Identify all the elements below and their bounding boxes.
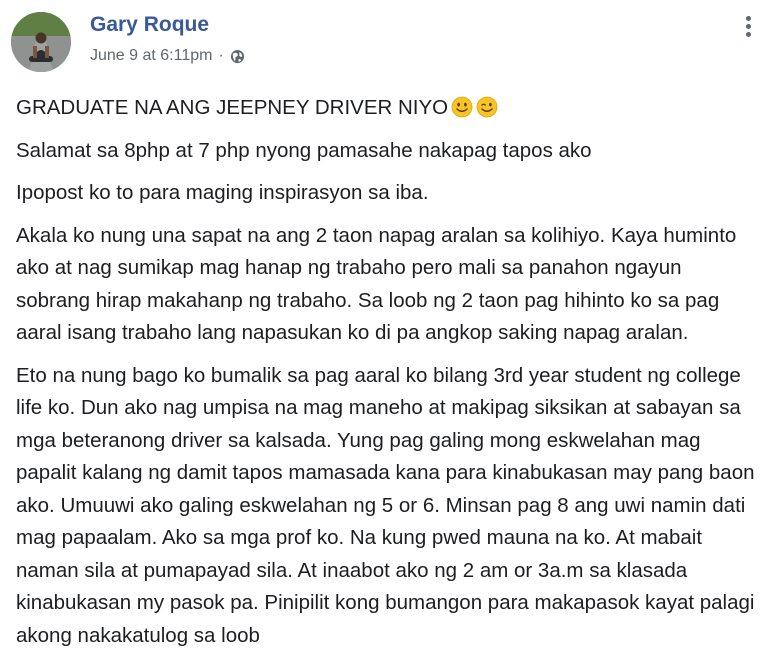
meta-separator: · bbox=[218, 47, 224, 64]
post-timestamp[interactable]: June 9 at 6:11pm bbox=[90, 47, 212, 65]
avatar[interactable] bbox=[11, 12, 71, 72]
globe-icon[interactable] bbox=[230, 49, 245, 64]
post-header: Gary Roque June 9 at 6:11pm · bbox=[0, 0, 768, 80]
author-name[interactable]: Gary Roque bbox=[90, 13, 209, 37]
post-paragraph: Akala ko nung una sapat na ang 2 taon na… bbox=[16, 223, 737, 345]
more-options-icon[interactable] bbox=[738, 14, 758, 40]
avatar-photo bbox=[11, 12, 71, 72]
smiley-emoji-icon bbox=[451, 96, 473, 118]
post-paragraph: Eto na nung bago ko bumalik sa pag aaral… bbox=[16, 363, 755, 647]
post-paragraph: GRADUATE NA ANG JEEPNEY DRIVER NIYO bbox=[16, 92, 756, 125]
post-paragraph: Ipopost ko to para maging inspirasyon sa… bbox=[16, 181, 429, 204]
post-meta: June 9 at 6:11pm · bbox=[90, 47, 245, 65]
wink-emoji-icon bbox=[476, 96, 498, 118]
post-headline: GRADUATE NA ANG JEEPNEY DRIVER NIYO bbox=[16, 96, 449, 119]
post-content: GRADUATE NA ANG JEEPNEY DRIVER NIYO Sala… bbox=[16, 92, 756, 662]
post-paragraph: Salamat sa 8php at 7 php nyong pamasahe … bbox=[16, 138, 592, 162]
